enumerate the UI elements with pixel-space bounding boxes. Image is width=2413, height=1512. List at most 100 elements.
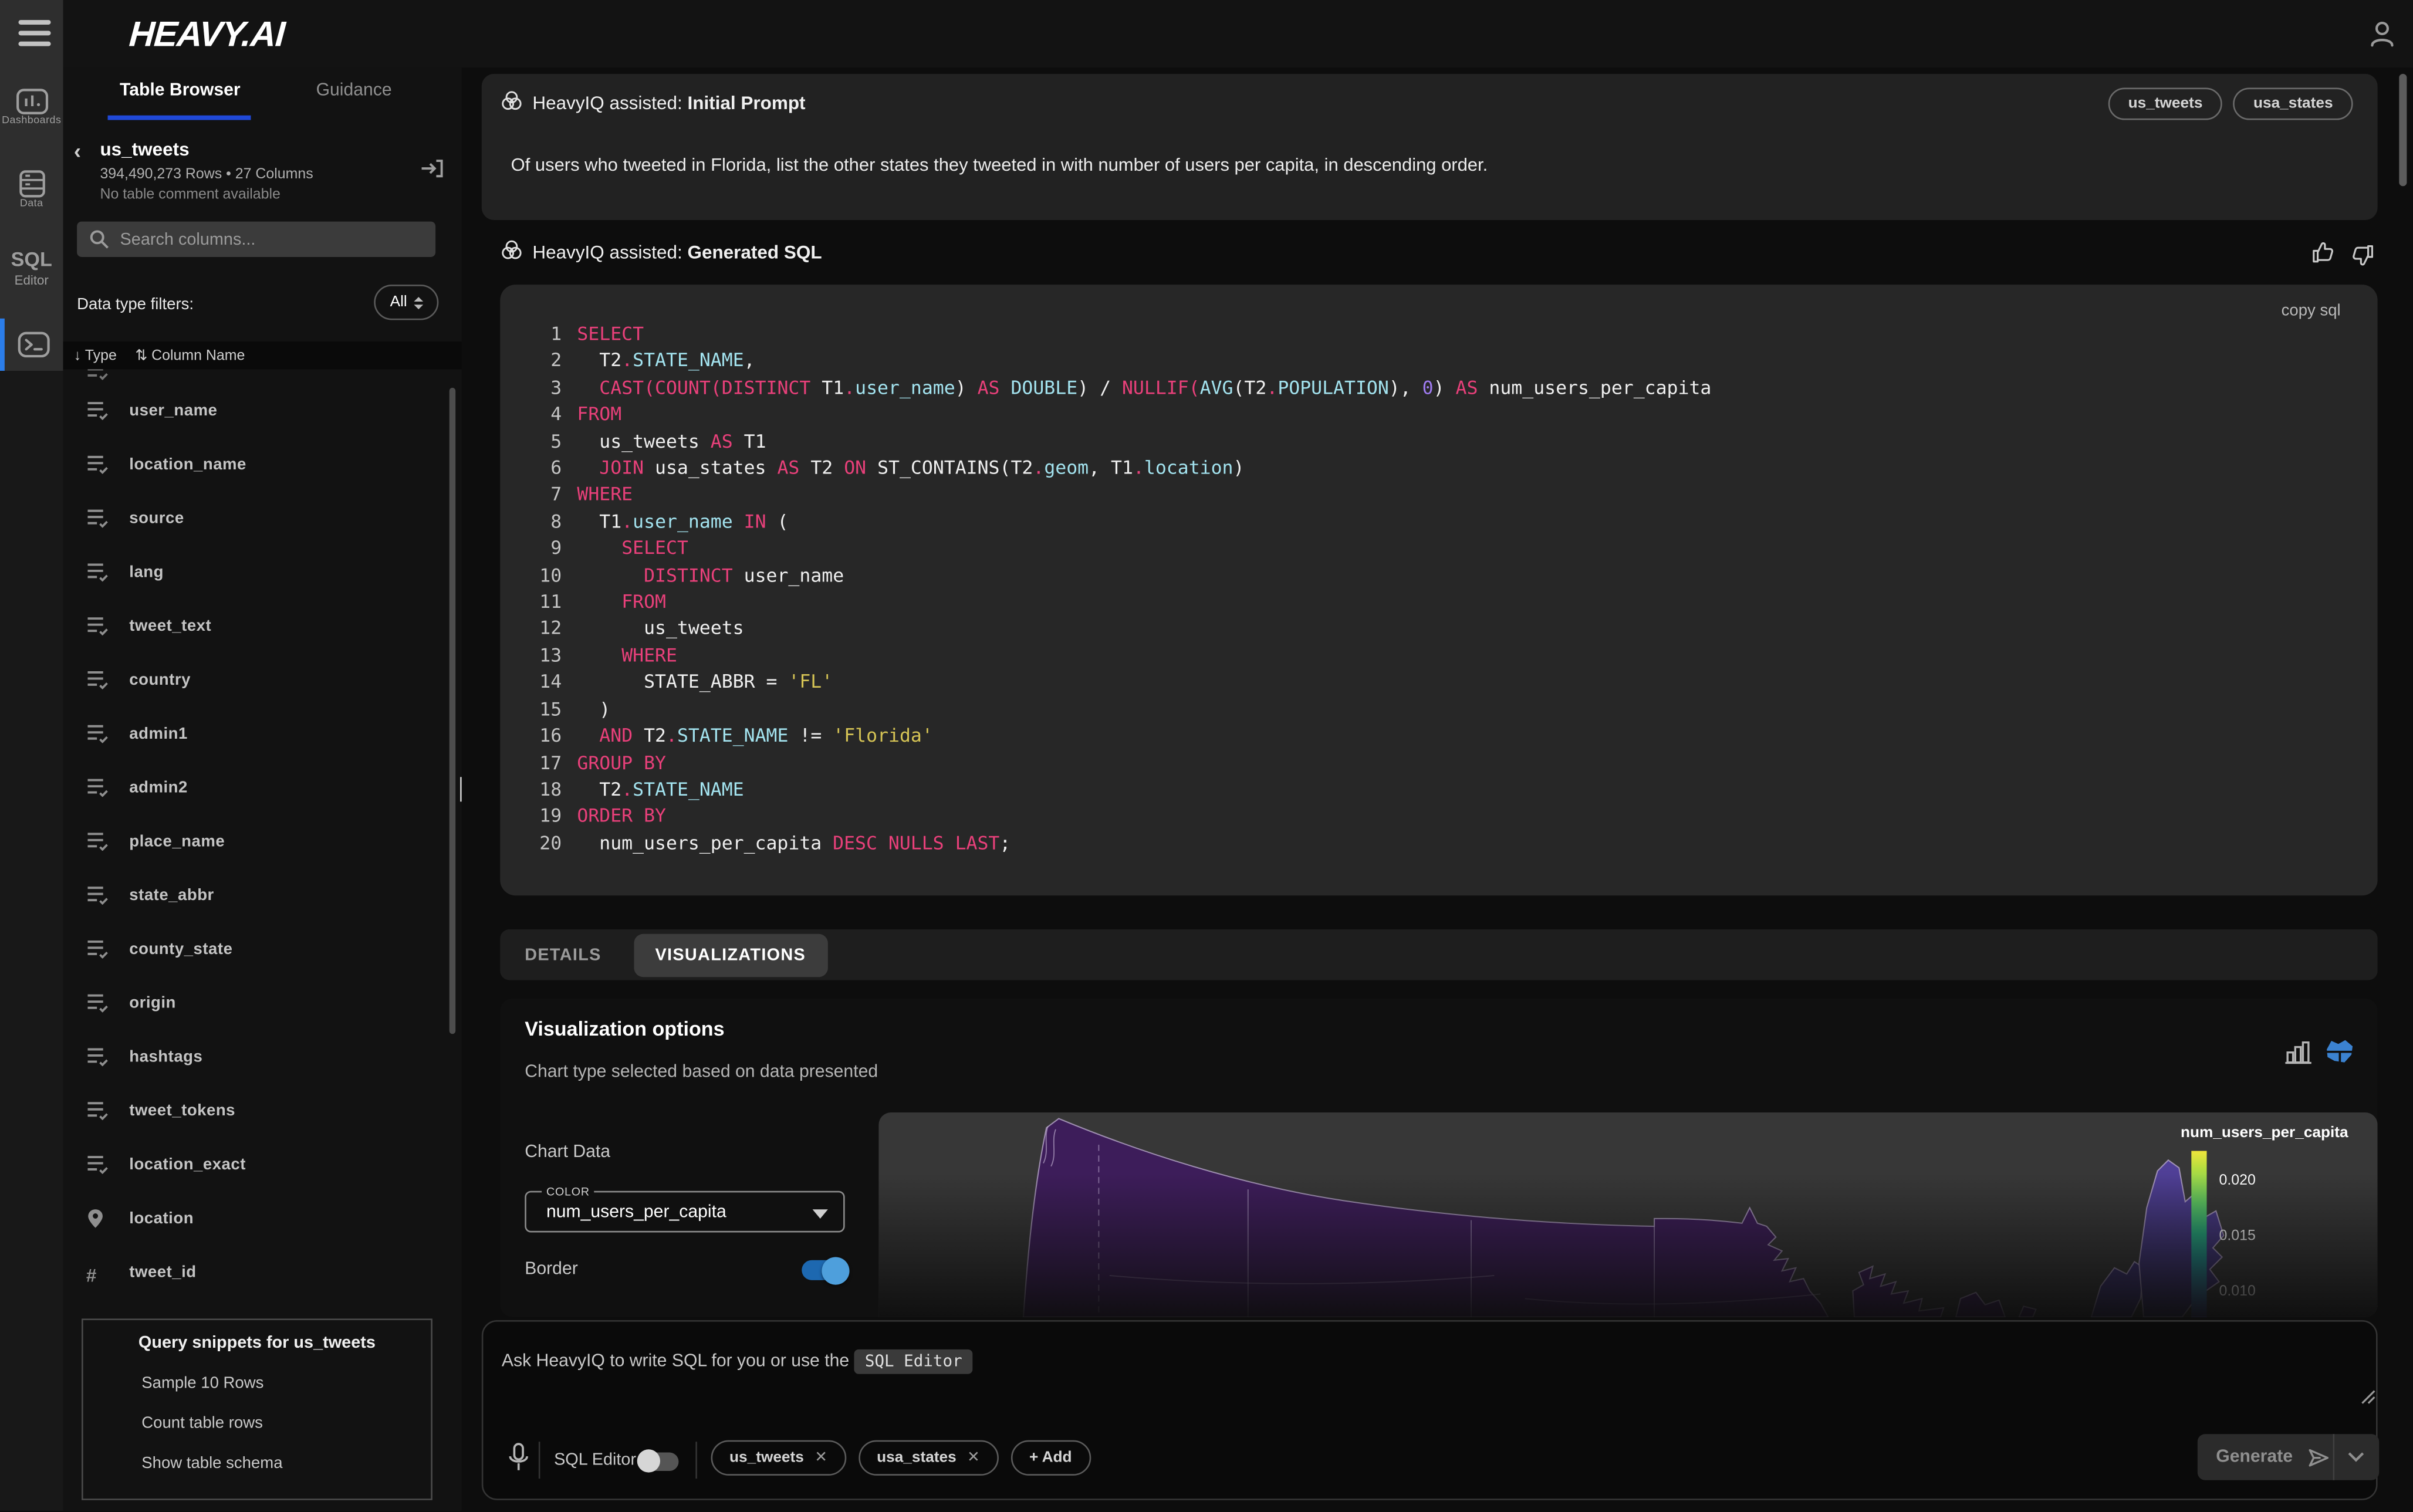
column-row-tweet_id[interactable]: #tweet_id xyxy=(63,1245,448,1299)
sql-editor-toggle-label: SQL Editor xyxy=(554,1451,636,1469)
text-column-icon xyxy=(86,992,109,1012)
open-in-editor-icon[interactable] xyxy=(420,157,445,180)
ask-table-chips: us_tweets✕ usa_states✕ + Add xyxy=(711,1440,1091,1476)
text-column-icon xyxy=(86,1154,109,1174)
bar-chart-icon[interactable] xyxy=(2285,1040,2311,1065)
copy-sql-button[interactable]: copy sql xyxy=(2282,302,2341,320)
text-column-icon xyxy=(86,369,109,379)
column-row-lang[interactable]: lang xyxy=(63,544,448,598)
tab-details[interactable]: DETAILS xyxy=(525,945,601,963)
column-row-hashtags[interactable]: hashtags xyxy=(63,1029,448,1083)
snippet-sample-10-rows[interactable]: Sample 10 Rows xyxy=(141,1374,431,1392)
close-icon[interactable]: ✕ xyxy=(815,1449,827,1466)
chevron-down-icon xyxy=(813,1209,828,1219)
column-row-location_name[interactable]: location_name xyxy=(63,437,448,491)
line-number: 4 xyxy=(522,402,562,429)
initial-prompt-card: HeavyIQ assisted: Initial Prompt us_twee… xyxy=(482,74,2378,220)
column-list-header[interactable]: ↓ Type ⇅ Column Name xyxy=(63,341,462,369)
text-column-icon xyxy=(86,777,109,797)
line-number: 19 xyxy=(522,804,562,831)
text-column-icon xyxy=(86,723,109,743)
ask-chip-usa_states[interactable]: usa_states✕ xyxy=(859,1440,999,1476)
details-visualizations-tabbar: DETAILS VISUALIZATIONS xyxy=(500,929,2377,980)
column-row-state_abbr[interactable]: state_abbr xyxy=(63,868,448,922)
sidebar-item-sql-editor[interactable]: SQL Editor xyxy=(0,248,63,287)
data-type-filter-select[interactable]: All xyxy=(374,285,438,320)
column-row-tweet_text[interactable]: tweet_text xyxy=(63,598,448,652)
table-chip-usa_states[interactable]: usa_states xyxy=(2233,87,2353,120)
column-row-location[interactable]: location xyxy=(63,1191,448,1245)
add-table-chip-button[interactable]: + Add xyxy=(1011,1440,1091,1476)
generated-sql-header: HeavyIQ assisted: Generated SQL xyxy=(500,238,2377,269)
microphone-icon[interactable] xyxy=(508,1442,529,1476)
user-profile-icon[interactable] xyxy=(2367,18,2397,49)
column-row-admin1[interactable]: admin1 xyxy=(63,706,448,760)
chevron-down-icon[interactable] xyxy=(2347,1451,2365,1463)
generate-button[interactable]: Generate xyxy=(2198,1434,2379,1480)
search-columns-input[interactable] xyxy=(120,230,413,248)
table-browser-panel: Table Browser Guidance ‹ us_tweets 394,4… xyxy=(63,67,462,1511)
snippet-show-table-schema[interactable]: Show table schema xyxy=(141,1454,431,1472)
line-number: 17 xyxy=(522,750,562,777)
sidebar-item-heavyiq-terminal-active[interactable] xyxy=(0,319,63,371)
sql-code[interactable]: 1SELECT2 T2.STATE_NAME,3 CAST(COUNT(DIST… xyxy=(522,322,1711,857)
sidebar-item-data[interactable]: Data xyxy=(0,169,63,209)
hamburger-icon[interactable] xyxy=(18,20,50,46)
resize-grip-icon[interactable] xyxy=(2358,1386,2376,1405)
snippet-count-table-rows[interactable]: Count table rows xyxy=(141,1414,431,1432)
column-row-place_name[interactable]: place_name xyxy=(63,814,448,868)
line-number: 10 xyxy=(522,563,562,590)
border-toggle[interactable] xyxy=(802,1260,844,1280)
number-column-icon: # xyxy=(86,1261,109,1281)
column-row-country[interactable]: country xyxy=(63,652,448,706)
dashboards-icon xyxy=(15,87,49,115)
line-number: 15 xyxy=(522,696,562,723)
line-number: 18 xyxy=(522,777,562,804)
sql-editor-toggle[interactable] xyxy=(638,1453,678,1471)
column-name: admin1 xyxy=(129,724,188,742)
sidebar-item-dashboards[interactable]: Dashboards xyxy=(0,87,63,126)
sql-line-7: 7WHERE xyxy=(522,482,1711,509)
close-icon[interactable]: ✕ xyxy=(967,1449,980,1466)
line-number: 7 xyxy=(522,482,562,509)
thumbs-up-icon[interactable] xyxy=(2311,240,2336,265)
column-list-scrollbar[interactable] xyxy=(450,388,455,1034)
main-scrollbar-thumb[interactable] xyxy=(2399,74,2407,186)
column-row-source[interactable]: source xyxy=(63,491,448,545)
choropleth-map-icon[interactable] xyxy=(2325,1039,2354,1065)
table-chip-us_tweets[interactable]: us_tweets xyxy=(2108,87,2223,120)
generate-label: Generate xyxy=(2216,1448,2293,1466)
filter-value: All xyxy=(390,294,407,311)
ask-prompt-placeholder[interactable]: Ask HeavyIQ to write SQL for you or use … xyxy=(502,1352,973,1371)
line-number: 16 xyxy=(522,723,562,750)
sidebar-label-sql: SQL xyxy=(0,248,63,270)
column-row-user_name[interactable]: user_name xyxy=(63,383,448,437)
column-row-partial xyxy=(63,369,448,383)
ask-chip-us_tweets[interactable]: us_tweets✕ xyxy=(711,1440,846,1476)
color-select-value: num_users_per_capita xyxy=(546,1203,726,1222)
sidebar-label: Data xyxy=(0,198,63,209)
thumbs-down-icon[interactable] xyxy=(2350,243,2374,268)
tab-guidance[interactable]: Guidance xyxy=(294,82,414,100)
column-row-location_exact[interactable]: location_exact xyxy=(63,1137,448,1191)
data-icon xyxy=(18,169,45,198)
app-root: Dashboards Data SQL Editor xyxy=(0,0,2413,1512)
column-row-county_state[interactable]: county_state xyxy=(63,922,448,976)
back-chevron-icon[interactable]: ‹ xyxy=(74,138,81,163)
tab-visualizations[interactable]: VISUALIZATIONS xyxy=(634,933,827,976)
column-row-admin2[interactable]: admin2 xyxy=(63,760,448,814)
heavyiq-icon xyxy=(500,238,523,261)
line-number: 20 xyxy=(522,830,562,857)
column-name: user_name xyxy=(129,401,217,419)
text-column-icon xyxy=(86,400,109,420)
color-dimension-select[interactable]: COLOR num_users_per_capita xyxy=(525,1191,844,1233)
line-number: 9 xyxy=(522,536,562,563)
legend-tick: 0.020 xyxy=(2219,1172,2256,1189)
column-name: location xyxy=(129,1209,194,1227)
us-map-visualization[interactable]: num_users_per_capita 0.0200.0150.010 xyxy=(878,1112,2377,1317)
tab-table-browser[interactable]: Table Browser xyxy=(109,82,251,100)
column-row-tweet_tokens[interactable]: tweet_tokens xyxy=(63,1083,448,1137)
sidebar-label-editor: Editor xyxy=(0,272,63,287)
column-row-origin[interactable]: origin xyxy=(63,976,448,1030)
us-map xyxy=(878,1112,2377,1317)
